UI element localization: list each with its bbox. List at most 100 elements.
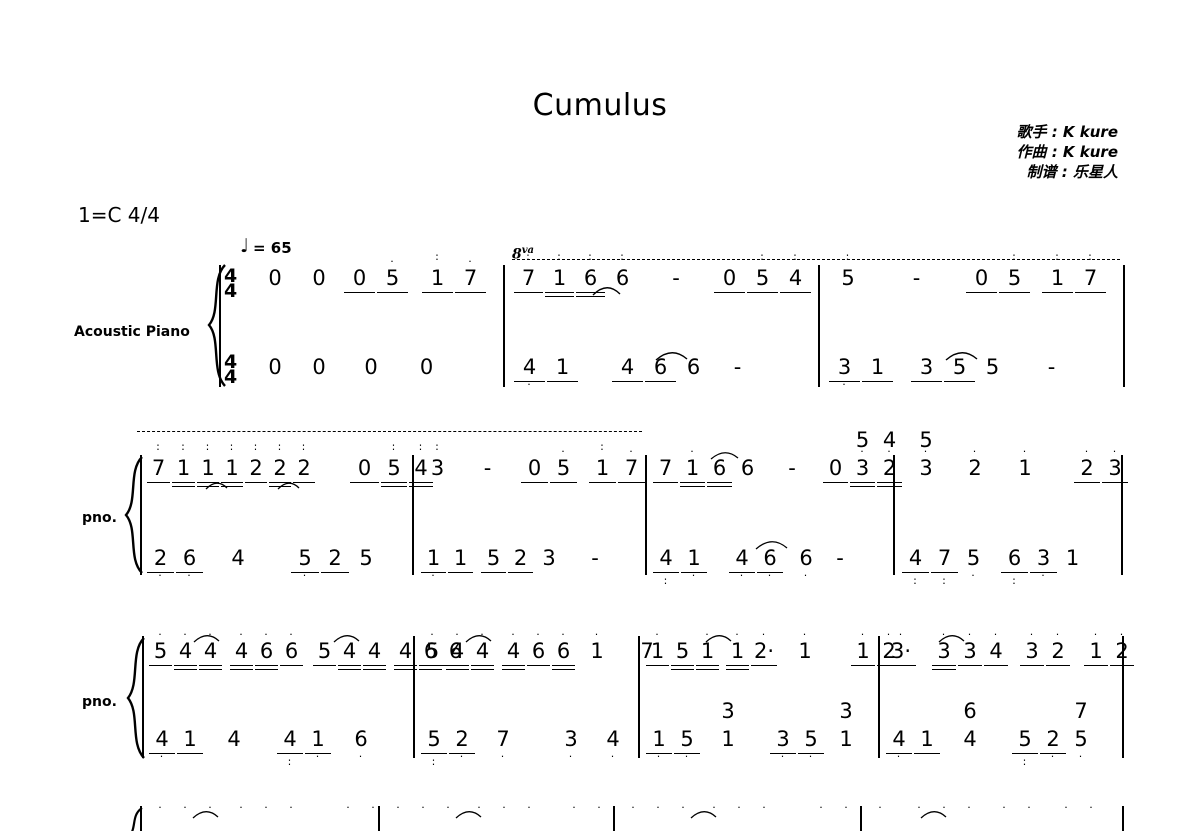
- note: · 1: [645, 629, 670, 666]
- measure-cut-treble-3: · · · · · · · ·: [621, 806, 859, 831]
- quarter-note-icon: ♩: [240, 235, 249, 257]
- note: :7: [930, 548, 959, 586]
- note: · 6: [254, 629, 279, 670]
- instrument-label-pno-3: pno.: [82, 694, 117, 710]
- time-signature-treble: 44: [224, 265, 238, 302]
- barline: [1123, 265, 1125, 387]
- note: :7: [513, 251, 544, 293]
- note: 6: [686, 355, 701, 379]
- note: 4: [393, 641, 418, 670]
- note: 4: [362, 641, 387, 670]
- credit-arranger: 制谱 : 乐星人: [1026, 163, 1118, 181]
- measure-m9-treble: · 5 · 4 · 4 · 4 · 6 · 6 · 1 7: [420, 629, 666, 670]
- note: · 6: [551, 629, 576, 670]
- note: · 5: [966, 546, 981, 582]
- note: · 6: [279, 629, 304, 666]
- sustain-dash: -: [733, 355, 742, 379]
- note: :6: [615, 250, 630, 290]
- note: ·: [396, 806, 401, 814]
- note: · 4: [229, 629, 254, 670]
- note: ·: [631, 806, 636, 814]
- note: ·: [819, 806, 824, 814]
- note: · 6: [799, 546, 813, 582]
- note: :4: [276, 729, 304, 767]
- note: · 1: [679, 446, 706, 487]
- note: 0: [364, 355, 378, 379]
- note: 0: [419, 355, 434, 379]
- note: 0: [822, 458, 849, 483]
- sustain-dash: -: [788, 456, 796, 480]
- time-signature-bass: 44: [224, 351, 238, 388]
- note: 0: [343, 268, 376, 293]
- note: ·: [183, 806, 188, 814]
- note: · 5: [420, 629, 445, 666]
- measure-m11-treble: · 3· · 3 · 3 · 4 · 3 · 2 · 1 · 2: [885, 629, 1135, 670]
- barline: [140, 455, 142, 575]
- note: · 5: [673, 729, 701, 762]
- note: 0: [268, 266, 282, 290]
- note: · 3: [1029, 548, 1058, 581]
- barline: [1122, 806, 1124, 831]
- note: · 1: [1018, 445, 1032, 480]
- note: 4: [231, 546, 245, 570]
- measure-m2-treble: :7 :1 :6 :6 - 0 :5 :4: [513, 250, 812, 297]
- note: :5: [998, 251, 1031, 293]
- note: :5: [420, 729, 448, 767]
- measure-m3-treble: :5 - 0 :5 :1 :7: [828, 251, 1107, 293]
- note: ·: [527, 806, 532, 814]
- note: ·: [844, 806, 849, 814]
- note: 1: [176, 729, 204, 754]
- note: :1: [171, 441, 196, 487]
- note: · 5: [797, 729, 825, 762]
- credit-composer: 作曲 : K kure: [1016, 143, 1118, 161]
- measure-m4-treble: :7 :1 :1 :1 :2 :2 :2 0 :5 :4: [146, 441, 434, 487]
- measure-m10-bass: · 1 · 5 31 · 3 · 5 31: [645, 701, 861, 762]
- measure-m8-bass: · 4 1 4 :4 · 1 · 6: [148, 729, 376, 767]
- note: ·: [917, 806, 922, 814]
- note: 0: [713, 268, 746, 293]
- note: · 1: [420, 548, 447, 581]
- note: · 3·: [885, 629, 917, 666]
- note: · 4: [445, 629, 470, 670]
- note: · 3: [769, 729, 797, 762]
- note: ·: [737, 806, 742, 814]
- note: 1: [546, 357, 579, 382]
- note: 4 · 2: [876, 430, 903, 487]
- measure-m1-bass: 0 0 0 0: [255, 357, 454, 378]
- note: 64: [963, 699, 977, 751]
- note: · 2: [146, 548, 175, 581]
- measure-m5-bass: · 1 1 5 2 3 -: [420, 546, 626, 581]
- note: ·: [762, 806, 767, 814]
- note: 6: [706, 458, 733, 487]
- note: :7: [1074, 251, 1107, 293]
- note: :2: [292, 441, 316, 483]
- barline: [503, 265, 505, 387]
- measure-m5-treble: :3 - 0 · 5 :1 · 7: [420, 440, 646, 483]
- note: :3: [430, 440, 445, 480]
- note: 7: [652, 458, 679, 483]
- note: :1: [421, 251, 454, 293]
- note: :1: [220, 441, 244, 487]
- note: ·: [597, 806, 602, 814]
- note: · 4: [606, 727, 620, 763]
- tempo-marking: ♩ = 65: [240, 235, 292, 257]
- note: 2: [507, 548, 534, 573]
- note: ·: [712, 806, 717, 814]
- key-signature: 1=C 4/4: [78, 203, 160, 227]
- note: ·: [264, 806, 269, 814]
- note: :7: [146, 441, 171, 483]
- sustain-dash: -: [591, 546, 599, 570]
- note: · 1: [680, 548, 708, 581]
- note: ·: [878, 806, 883, 814]
- note: ·: [656, 806, 661, 814]
- note: · 2: [1073, 446, 1101, 483]
- note: · 1: [304, 729, 332, 762]
- note: :2: [268, 441, 292, 487]
- sustain-dash: -: [912, 266, 921, 290]
- note: 4: [337, 641, 362, 670]
- note: ·: [477, 806, 482, 814]
- note: 6: [644, 357, 677, 382]
- note: · 3: [931, 629, 957, 670]
- note: ·: [681, 806, 686, 814]
- note: 0: [349, 458, 380, 483]
